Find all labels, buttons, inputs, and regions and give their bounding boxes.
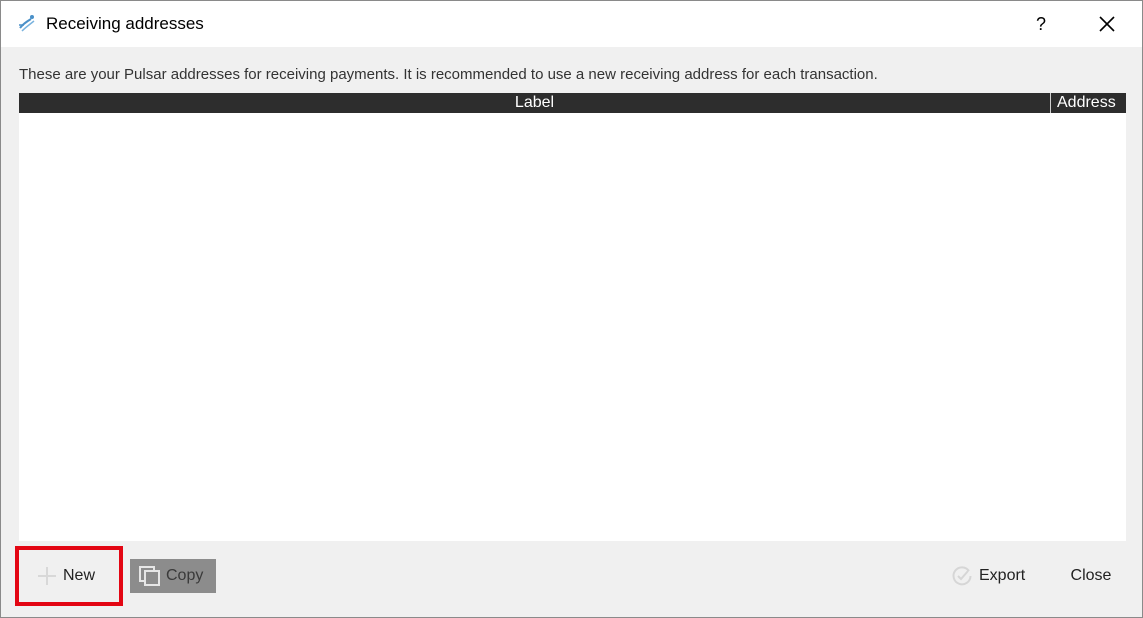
column-header-label[interactable]: Label <box>19 93 1051 113</box>
export-button[interactable]: Export <box>949 559 1039 593</box>
pulsar-logo-icon <box>17 13 37 33</box>
title-bar: Receiving addresses ? <box>1 1 1142 47</box>
copy-icon <box>138 565 162 587</box>
receiving-addresses-dialog: Receiving addresses ? These are your Pul… <box>0 0 1143 618</box>
close-button[interactable]: Close <box>1061 559 1121 593</box>
export-button-label: Export <box>979 567 1026 584</box>
plus-icon <box>37 566 57 586</box>
description-text: These are your Pulsar addresses for rece… <box>19 66 878 83</box>
close-button-label: Close <box>1070 567 1112 584</box>
table-header: Label Address <box>19 93 1126 113</box>
window-title: Receiving addresses <box>46 14 204 33</box>
column-header-address[interactable]: Address <box>1051 93 1126 113</box>
help-button[interactable]: ? <box>1029 11 1053 37</box>
new-button-label: New <box>63 567 96 584</box>
copy-button-label: Copy <box>166 567 204 584</box>
export-check-icon <box>951 565 973 587</box>
copy-address-button[interactable]: Copy <box>130 559 216 593</box>
addresses-table[interactable]: Label Address <box>19 93 1126 541</box>
close-icon[interactable] <box>1093 10 1121 38</box>
table-body[interactable] <box>19 113 1126 541</box>
new-address-button[interactable]: New <box>15 546 123 606</box>
